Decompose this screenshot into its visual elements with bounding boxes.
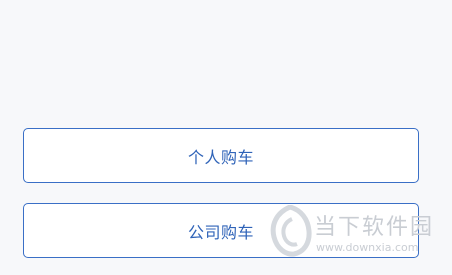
company-purchase-label: 公司购车: [187, 222, 254, 242]
personal-purchase-label: 个人购车: [187, 147, 254, 167]
personal-purchase-button[interactable]: 个人购车: [23, 128, 419, 183]
company-purchase-button[interactable]: 公司购车: [23, 203, 419, 258]
